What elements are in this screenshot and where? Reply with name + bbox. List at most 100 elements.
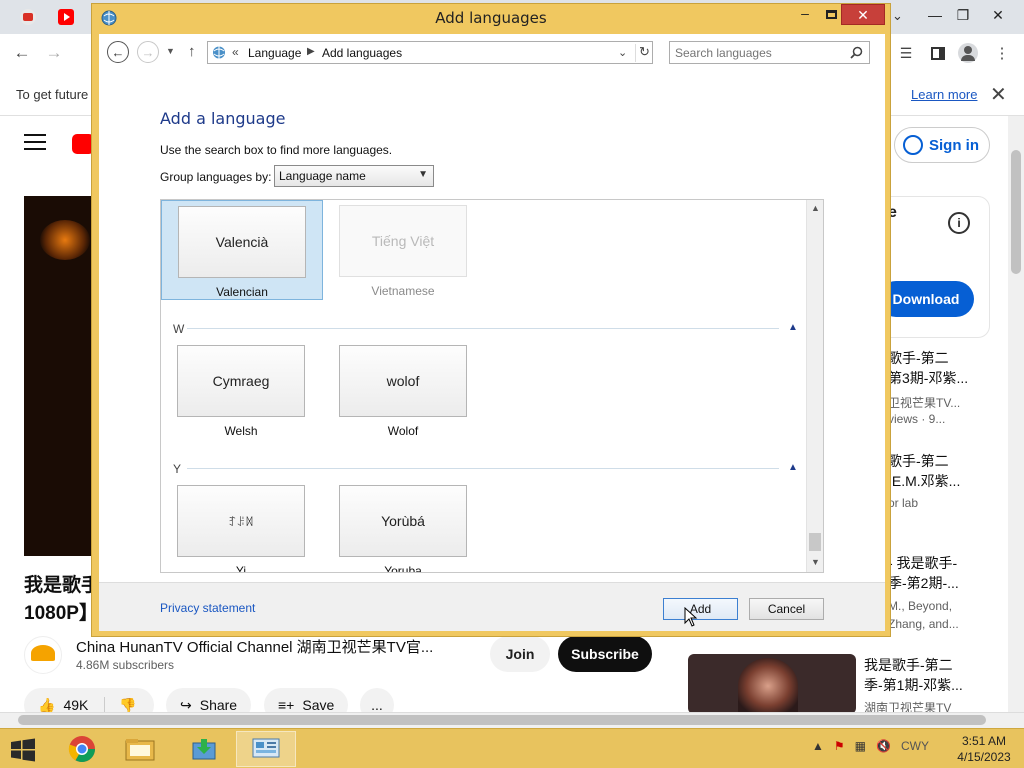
gmail-tab-icon[interactable]	[20, 9, 36, 25]
hamburger-menu-icon[interactable]	[24, 134, 46, 152]
rec-4-thumbnail[interactable]	[688, 654, 856, 714]
add-button[interactable]: Add	[663, 598, 738, 620]
rec-2-title-line1[interactable]: 歌手-第二	[888, 451, 968, 471]
thumb-down-icon[interactable]: 👎	[104, 696, 137, 714]
recent-locations-chevron-icon[interactable]: ▼	[166, 46, 175, 56]
cancel-button[interactable]: Cancel	[749, 598, 824, 620]
download-button[interactable]: Download	[878, 281, 974, 317]
rec-1-channel: 卫视芒果TV...	[888, 396, 961, 410]
windows-start-icon[interactable]	[10, 738, 36, 762]
video-title-line1: 我是歌手	[24, 575, 92, 596]
scroll-up-icon[interactable]: ▲	[811, 203, 820, 213]
breadcrumb-language[interactable]: Language	[248, 46, 301, 60]
language-tile[interactable]: Yorùbá	[339, 485, 467, 557]
address-dropdown-icon[interactable]: ⌄	[618, 46, 627, 59]
rec-2-title-line2[interactable]: .E.M.邓紫...	[888, 471, 968, 491]
language-caption: Yi	[235, 564, 247, 573]
mouse-cursor-icon	[684, 607, 698, 627]
rec-1-title-line2[interactable]: 第3期-邓紫...	[888, 368, 968, 388]
sign-in-button[interactable]: Sign in	[894, 127, 990, 163]
privacy-statement-link[interactable]: Privacy statement	[160, 601, 255, 615]
language-item-yi[interactable]: ꆈꌠꉙ Yi	[161, 480, 323, 573]
system-tray: ▲ ⚑ ▦ 🔇 CWY	[812, 739, 929, 753]
youtube-tab-icon[interactable]	[58, 9, 74, 25]
chrome-icon	[68, 736, 96, 763]
infobar-close-icon[interactable]: ✕	[990, 82, 1007, 107]
rec-2-channel: or lab	[888, 496, 919, 510]
back-icon[interactable]: ←	[10, 42, 34, 64]
breadcrumb-add-languages[interactable]: Add languages	[322, 46, 402, 60]
clock-date[interactable]: 4/15/2023	[955, 750, 1013, 764]
taskbar-file-explorer[interactable]	[110, 731, 170, 767]
tab-list-chevron-icon[interactable]: ⌄	[892, 8, 903, 24]
taskbar-control-panel[interactable]	[236, 731, 296, 767]
thumb-up-icon: 👍	[38, 696, 56, 713]
taskbar-chrome[interactable]	[52, 731, 112, 767]
page-scrollbar-thumb[interactable]	[1011, 150, 1021, 274]
rec-3-title-line1[interactable]: - 我是歌手-	[888, 553, 968, 573]
search-languages-input[interactable]	[675, 46, 845, 60]
language-tile[interactable]: wolof	[339, 345, 467, 417]
search-icon[interactable]	[850, 46, 863, 59]
channel-name[interactable]: China HunanTV Official Channel 湖南卫视芒果TV官…	[76, 636, 433, 657]
breadcrumb-overflow-icon[interactable]: «	[232, 45, 239, 59]
group-header-w: W	[173, 322, 185, 336]
rec-4-title-line2[interactable]: 季-第1期-邓紫...	[864, 675, 968, 695]
close-button[interactable]: ✕	[975, 0, 1021, 30]
scroll-down-icon[interactable]: ▼	[811, 557, 820, 567]
language-tile[interactable]: ꆈꌠꉙ	[177, 485, 305, 557]
language-item-yoruba[interactable]: Yorùbá Yoruba	[323, 480, 485, 572]
language-item-welsh[interactable]: Cymraeg Welsh	[161, 340, 323, 440]
taskbar-installer[interactable]	[174, 731, 234, 767]
info-icon[interactable]: i	[948, 212, 970, 234]
language-list[interactable]: Valencià Valencian Tiếng Việt Vietnamese…	[160, 199, 824, 573]
join-button[interactable]: Join	[490, 636, 550, 672]
language-item-wolof[interactable]: wolof Wolof	[323, 340, 485, 440]
channel-avatar[interactable]	[24, 636, 62, 674]
forward-icon[interactable]: →	[42, 42, 66, 64]
video-title-line2: 1080P】	[24, 603, 92, 624]
installer-icon	[192, 739, 216, 760]
reading-list-icon[interactable]: ☰	[894, 42, 918, 64]
subscribe-button[interactable]: Subscribe	[558, 636, 652, 672]
refresh-icon[interactable]: ↻	[635, 44, 653, 62]
list-scrollbar[interactable]: ▲ ▼	[806, 200, 823, 572]
horizontal-scrollbar-thumb[interactable]	[18, 715, 986, 725]
nav-back-icon[interactable]: ←	[107, 41, 129, 63]
menu-kebab-icon[interactable]: ⋮	[990, 42, 1014, 64]
nav-up-icon[interactable]: ↑	[188, 43, 196, 60]
language-tile[interactable]: Valencià	[178, 206, 306, 278]
address-bar[interactable]: « Language ▶ Add languages ⌄ ↻	[207, 41, 653, 64]
dialog-close-button[interactable]: ✕	[841, 4, 885, 25]
sidebar-icon[interactable]	[926, 42, 950, 64]
dialog-minimize-button[interactable]: –	[792, 5, 818, 25]
group-by-select[interactable]: Language name ▼	[274, 165, 434, 187]
language-item-valencian[interactable]: Valencià Valencian	[161, 200, 323, 300]
learn-more-link[interactable]: Learn more	[911, 87, 977, 102]
share-label: Share	[199, 697, 238, 713]
clock-time[interactable]: 3:51 AM	[955, 734, 1013, 748]
list-scrollbar-thumb[interactable]	[809, 533, 821, 551]
input-language-indicator[interactable]: CWY	[901, 739, 929, 753]
breadcrumb-separator-icon[interactable]: ▶	[307, 46, 315, 57]
collapse-group-w-icon[interactable]: ▲	[788, 322, 798, 333]
collapse-group-y-icon[interactable]: ▲	[788, 462, 798, 473]
volume-muted-icon[interactable]: 🔇	[876, 739, 891, 753]
language-caption: Wolof	[387, 424, 419, 438]
language-caption: Vietnamese	[371, 284, 435, 298]
search-box[interactable]	[669, 41, 870, 64]
show-hidden-icons-icon[interactable]: ▲	[812, 739, 824, 753]
dialog-content: ← → ▼ ↑ « Language ▶ Add languages ⌄ ↻ A…	[99, 34, 885, 631]
language-tile[interactable]: Cymraeg	[177, 345, 305, 417]
action-center-flag-icon[interactable]: ⚑	[834, 739, 845, 753]
nav-forward-icon[interactable]: →	[137, 41, 159, 63]
group-by-value: Language name	[279, 169, 366, 183]
rec-3-title-line2[interactable]: 季-第2期-...	[888, 573, 968, 593]
group-header-y: Y	[173, 462, 182, 476]
language-item-vietnamese: Tiếng Việt Vietnamese	[323, 200, 485, 300]
network-icon[interactable]: ▦	[855, 739, 866, 753]
video-frame-glow	[40, 220, 90, 260]
rec-1-title-line1[interactable]: 歌手-第二	[888, 348, 968, 368]
rec-4-title-line1[interactable]: 我是歌手-第二	[864, 655, 968, 675]
profile-icon[interactable]	[956, 42, 980, 64]
